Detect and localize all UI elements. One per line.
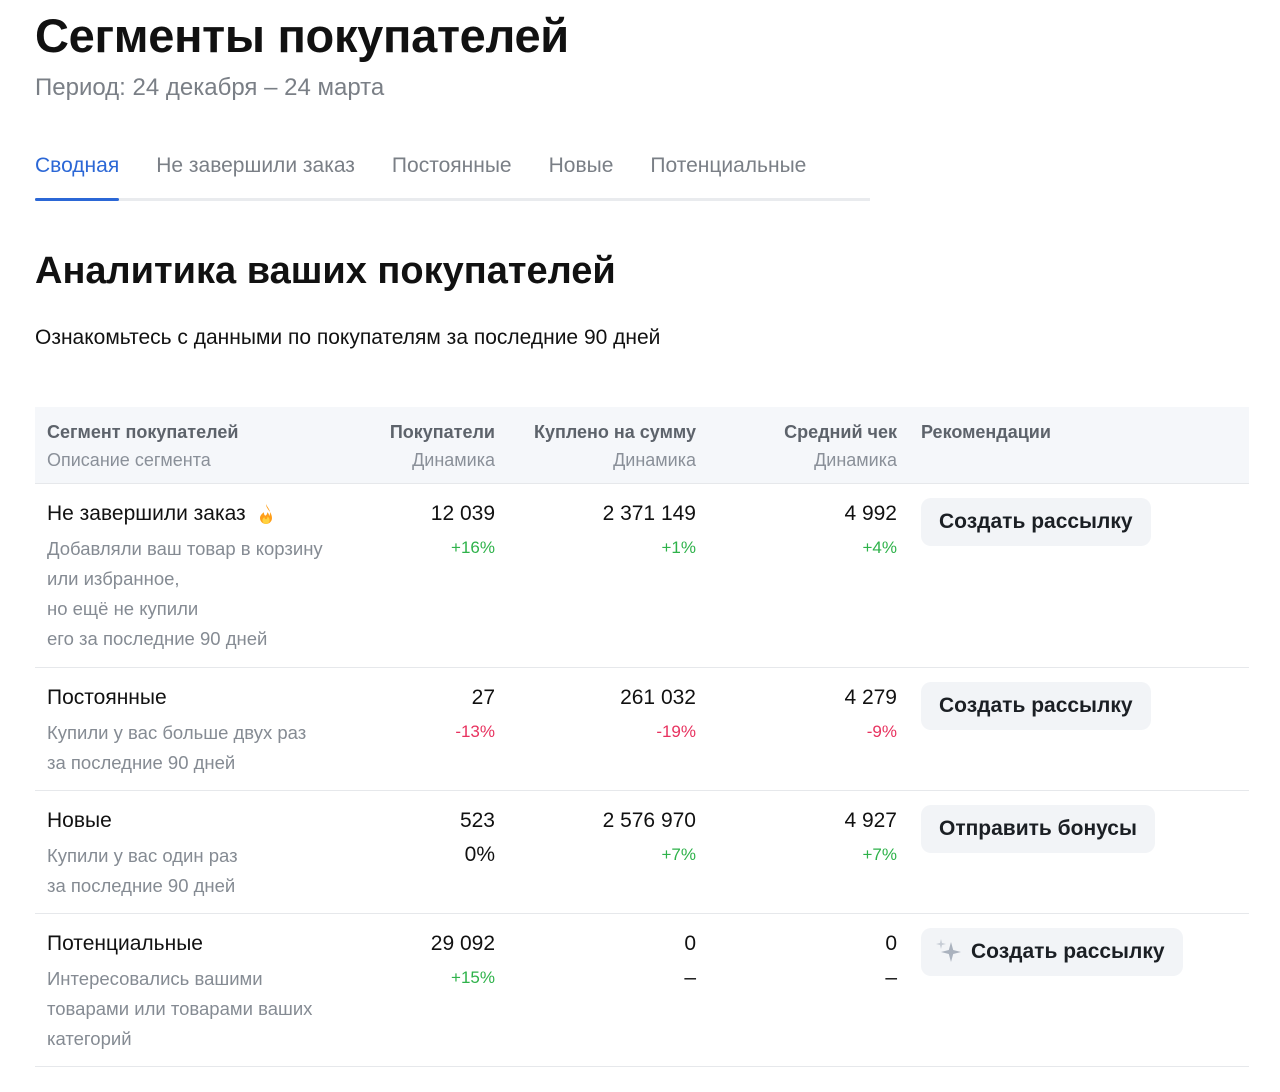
segment-name: Новые (47, 809, 112, 832)
avg-check-value: 4 927 (844, 809, 897, 832)
buyers-dynamics: +16% (451, 538, 495, 557)
amount-dynamics: -19% (656, 722, 696, 741)
buyers-dynamics: 0% (464, 843, 495, 866)
segment-description: Добавляли ваш товар в корзину или избран… (47, 538, 323, 649)
tab-summary[interactable]: Сводная (35, 148, 120, 201)
period-label: Период: 24 декабря – 24 марта (35, 74, 385, 101)
header-amount: Куплено на сумму Динамика (533, 422, 696, 470)
sparkle-icon (936, 939, 961, 962)
create-mailing-button[interactable]: Создать рассылку (921, 498, 1151, 546)
avg-check-dynamics: +4% (862, 538, 898, 557)
buyers-value: 27 (471, 686, 495, 709)
table-row: Потенциальные Интересовались вашими това… (35, 914, 1249, 1067)
tab-regular[interactable]: Постоянные (392, 148, 512, 198)
header-segment: Сегмент покупателей Описание сегмента (47, 422, 239, 470)
buyers-dynamics: -13% (455, 722, 495, 741)
avg-check-value: 0 (885, 932, 897, 955)
amount-dynamics: – (684, 966, 696, 989)
table-row: Новые Купили у вас один раз за последние… (35, 791, 1249, 914)
segment-name: Постоянные (47, 686, 167, 709)
avg-check-dynamics: -9% (866, 722, 897, 741)
page-title: Сегменты покупателей (35, 9, 569, 62)
tab-potential[interactable]: Потенциальные (650, 148, 806, 198)
create-mailing-button[interactable]: Создать рассылку (921, 682, 1151, 730)
avg-check-value: 4 279 (844, 686, 897, 709)
avg-check-value: 4 992 (844, 502, 897, 525)
segment-name: Потенциальные (47, 932, 203, 955)
amount-dynamics: +1% (661, 538, 697, 557)
segments-table: Сегмент покупателей Описание сегмента По… (35, 407, 1249, 1067)
table-header: Сегмент покупателей Описание сегмента По… (35, 407, 1249, 484)
tab-new[interactable]: Новые (549, 148, 614, 198)
tab-bar: Сводная Не завершили заказ Постоянные Но… (35, 148, 870, 201)
section-title: Аналитика ваших покупателей (35, 250, 616, 292)
amount-value: 261 032 (620, 686, 696, 709)
amount-value: 2 371 149 (602, 502, 696, 525)
header-recommendations: Рекомендации (921, 422, 1051, 442)
segment-description: Купили у вас больше двух раз за последни… (47, 722, 307, 773)
header-buyers: Покупатели Динамика (389, 422, 495, 470)
table-row: Не завершили заказ Добавляли ваш товар в… (35, 484, 1249, 668)
segment-description: Купили у вас один раз за последние 90 дн… (47, 845, 238, 896)
avg-check-dynamics: – (885, 966, 897, 989)
section-subtitle: Ознакомьтесь с данными по покупателям за… (35, 326, 661, 349)
avg-check-dynamics: +7% (862, 845, 898, 864)
send-bonuses-button[interactable]: Отправить бонусы (921, 805, 1155, 853)
segment-name: Не завершили заказ (47, 502, 246, 525)
create-mailing-ai-button[interactable]: Создать рассылку (921, 928, 1183, 976)
amount-dynamics: +7% (661, 845, 697, 864)
amount-value: 2 576 970 (602, 809, 696, 832)
header-avg-check: Средний чек Динамика (784, 422, 897, 470)
buyers-value: 523 (459, 809, 495, 832)
tab-unfinished-order[interactable]: Не завершили заказ (156, 148, 355, 198)
fire-icon (259, 504, 272, 524)
segment-description: Интересовались вашими товарами или товар… (47, 968, 313, 1049)
buyers-dynamics: +15% (451, 968, 495, 987)
buyers-value: 29 092 (430, 932, 495, 955)
table-row: Постоянные Купили у вас больше двух раз … (35, 668, 1249, 791)
amount-value: 0 (684, 932, 696, 955)
buyers-value: 12 039 (430, 502, 495, 525)
